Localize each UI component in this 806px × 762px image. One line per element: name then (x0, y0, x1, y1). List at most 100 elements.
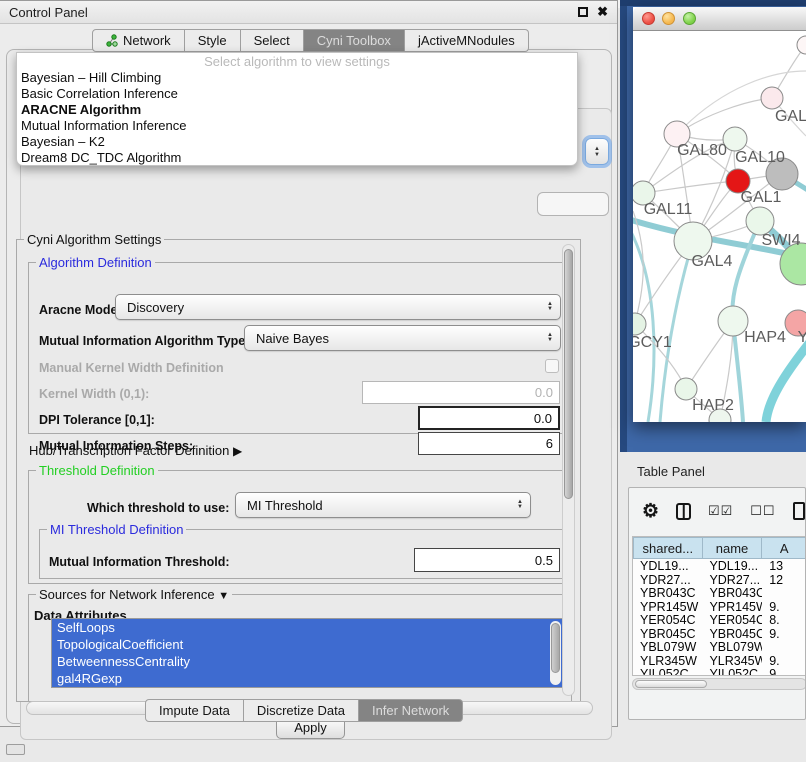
kernel-width-field: 0.0 (362, 381, 560, 404)
mi-threshold-field[interactable]: 0.5 (414, 548, 560, 572)
zoom-traffic-light[interactable] (683, 12, 696, 25)
node-green-right[interactable] (780, 243, 806, 285)
mi-steps-field[interactable]: 6 (418, 432, 560, 455)
table-cell: 8. (762, 613, 806, 627)
table-row[interactable]: YBR043CYBR043C (633, 586, 806, 600)
collapse-down-icon: ▼ (218, 590, 229, 602)
split-columns-icon[interactable] (676, 503, 691, 520)
algorithm-option-bayesian-k2[interactable]: Bayesian – K2 (17, 134, 577, 150)
table-cell: YBL079W (633, 640, 702, 654)
tab-style[interactable]: Style (185, 29, 241, 52)
threshold-definition-group: Threshold Definition Which threshold to … (28, 470, 572, 584)
aracne-mode-combobox[interactable]: Discovery ▲▼ (115, 294, 561, 320)
node-gcy1[interactable] (633, 313, 646, 335)
table-row[interactable]: YBR045CYBR045C9. (633, 627, 806, 641)
node-table[interactable]: shared...nameA YDL19...YDL19...13YDR27..… (632, 536, 806, 676)
kernel-width-label: Kernel Width (0,1): (39, 387, 149, 401)
sources-title[interactable]: Sources for Network Inference ▼ (36, 587, 232, 602)
node-gal-partial[interactable] (761, 87, 783, 109)
table-row[interactable]: YPR145WYPR145W9. (633, 600, 806, 614)
float-window-icon[interactable] (578, 7, 588, 17)
attributes-scrollbar[interactable] (550, 621, 561, 685)
network-graph[interactable]: GALGAL80GAL10GAL1GAL11SWI4GAL4GCY1HAP4YH… (633, 31, 806, 422)
mi-algorithm-type-combobox[interactable]: Naive Bayes ▲▼ (244, 325, 561, 351)
close-traffic-light[interactable] (642, 12, 655, 25)
attribute-topologicalcoefficient[interactable]: TopologicalCoefficient (52, 636, 563, 653)
table-row[interactable]: YER054CYER054C8. (633, 613, 806, 627)
column-header-a[interactable]: A (762, 537, 806, 559)
docked-panel-icon[interactable] (6, 744, 25, 755)
node-swi4[interactable] (746, 207, 774, 235)
algorithm-popup-prompt: Select algorithm to view settings (17, 53, 577, 70)
hidden-combo-stepper[interactable]: ▲▼ (585, 138, 609, 165)
tab-impute-data[interactable]: Impute Data (145, 699, 244, 722)
algorithm-option-aracne-algorithm[interactable]: ARACNE Algorithm (17, 102, 577, 118)
table-row[interactable]: YDL19...YDL19...13 (633, 559, 806, 573)
tab-network[interactable]: Network (92, 29, 185, 52)
manual-kernel-label: Manual Kernel Width Definition (39, 361, 224, 375)
settings-group-title: Cyni Algorithm Settings (24, 232, 164, 247)
table-horizontal-scrollbar[interactable] (632, 678, 806, 690)
table-scrollbar-thumb[interactable] (635, 680, 707, 688)
manual-kernel-checkbox (545, 359, 559, 373)
settings-scrollbar-thumb[interactable] (564, 249, 573, 499)
table-row[interactable]: YDR27...YDR27...12 (633, 573, 806, 587)
tab-select[interactable]: Select (241, 29, 304, 52)
table-cell: YLR345W (702, 654, 762, 668)
algorithm-option-basic-correlation-inference[interactable]: Basic Correlation Inference (17, 86, 577, 102)
hub-definition-toggle[interactable]: Hub/Transcription Factor Definition ▶ (29, 443, 242, 458)
control-panel-titlebar[interactable]: Control Panel ✖ (0, 1, 617, 24)
table-cell: 9 (762, 667, 806, 676)
attributes-scrollbar-thumb[interactable] (551, 623, 560, 673)
control-panel-window: Control Panel ✖ Network Style SelectCyni T… (0, 0, 618, 727)
threshold-definition-title: Threshold Definition (36, 463, 158, 478)
table-cell: YDR27... (633, 573, 702, 587)
tab-infer-network[interactable]: Infer Network (359, 699, 463, 722)
table-cell: YBR045C (633, 627, 702, 641)
mi-type-label: Mutual Information Algorithm Type: (39, 334, 249, 348)
algorithm-option-bayesian-hill-climbing[interactable]: Bayesian – Hill Climbing (17, 70, 577, 86)
table-cell: YPR145W (702, 600, 762, 614)
column-header-name[interactable]: name (703, 537, 763, 559)
node-label-hap2: HAP2 (692, 397, 734, 414)
settings-gear-icon[interactable]: ⚙ (642, 500, 659, 523)
algorithm-option-dream8-dc-tdc-algorithm[interactable]: Dream8 DC_TDC Algorithm (17, 150, 577, 166)
close-icon[interactable]: ✖ (597, 4, 608, 20)
which-threshold-value: MI Threshold (247, 498, 323, 513)
table-cell (762, 586, 806, 600)
algorithm-option-mutual-information-inference[interactable]: Mutual Information Inference (17, 118, 577, 134)
attribute-betweennesscentrality[interactable]: BetweennessCentrality (52, 653, 563, 670)
table-cell: YER054C (702, 613, 762, 627)
table-row[interactable]: YIL052CYIL052C9 (633, 667, 806, 676)
control-panel-tabs: Network Style SelectCyni ToolboxjActiveMNo… (92, 29, 529, 52)
node-label-gal10: GAL10 (735, 149, 785, 166)
minimize-traffic-light[interactable] (662, 12, 675, 25)
dpi-tolerance-label: DPI Tolerance [0,1]: (39, 413, 155, 427)
attribute-selfloops[interactable]: SelfLoops (52, 619, 563, 636)
attribute-gal4rgexp[interactable]: gal4RGexp (52, 670, 563, 687)
network-window-titlebar[interactable] (633, 7, 806, 31)
tab-jactivemnodules[interactable]: jActiveMNodules (405, 29, 529, 52)
table-cell: YBR043C (702, 586, 762, 600)
deselect-checkboxes-icon[interactable]: ☐☐ (750, 503, 775, 519)
column-header-shared-[interactable]: shared... (633, 537, 703, 559)
network-view-window[interactable]: GALGAL80GAL10GAL1GAL11SWI4GAL4GCY1HAP4YH… (633, 7, 806, 422)
node-label-gal80: GAL80 (677, 142, 727, 159)
tab-label: Impute Data (159, 703, 230, 718)
dpi-tolerance-field[interactable]: 0.0 (418, 406, 560, 430)
table-row[interactable]: YLR345WYLR345W9. (633, 654, 806, 668)
tab-discretize-data[interactable]: Discretize Data (244, 699, 359, 722)
node-top-right[interactable] (797, 36, 806, 54)
data-attributes-list[interactable]: SelfLoopsTopologicalCoefficientBetweenne… (51, 618, 564, 688)
settings-vertical-scrollbar[interactable] (562, 244, 575, 696)
select-all-checkboxes-icon[interactable]: ☑☑ (708, 503, 733, 519)
bottom-tabs: Impute Data Discretize DataInfer Network (145, 699, 463, 722)
tab-label: Style (198, 33, 227, 48)
tab-cyni-toolbox[interactable]: Cyni Toolbox (304, 29, 405, 52)
table-cell: YIL052C (633, 667, 702, 676)
table-cell: YPR145W (633, 600, 702, 614)
which-threshold-combobox[interactable]: MI Threshold ▲▼ (235, 492, 531, 518)
table-row[interactable]: YBL079WYBL079W (633, 640, 806, 654)
new-table-icon[interactable] (793, 502, 805, 520)
table-panel-toolbar: ⚙ ☑☑ ☐☐ (629, 488, 805, 534)
